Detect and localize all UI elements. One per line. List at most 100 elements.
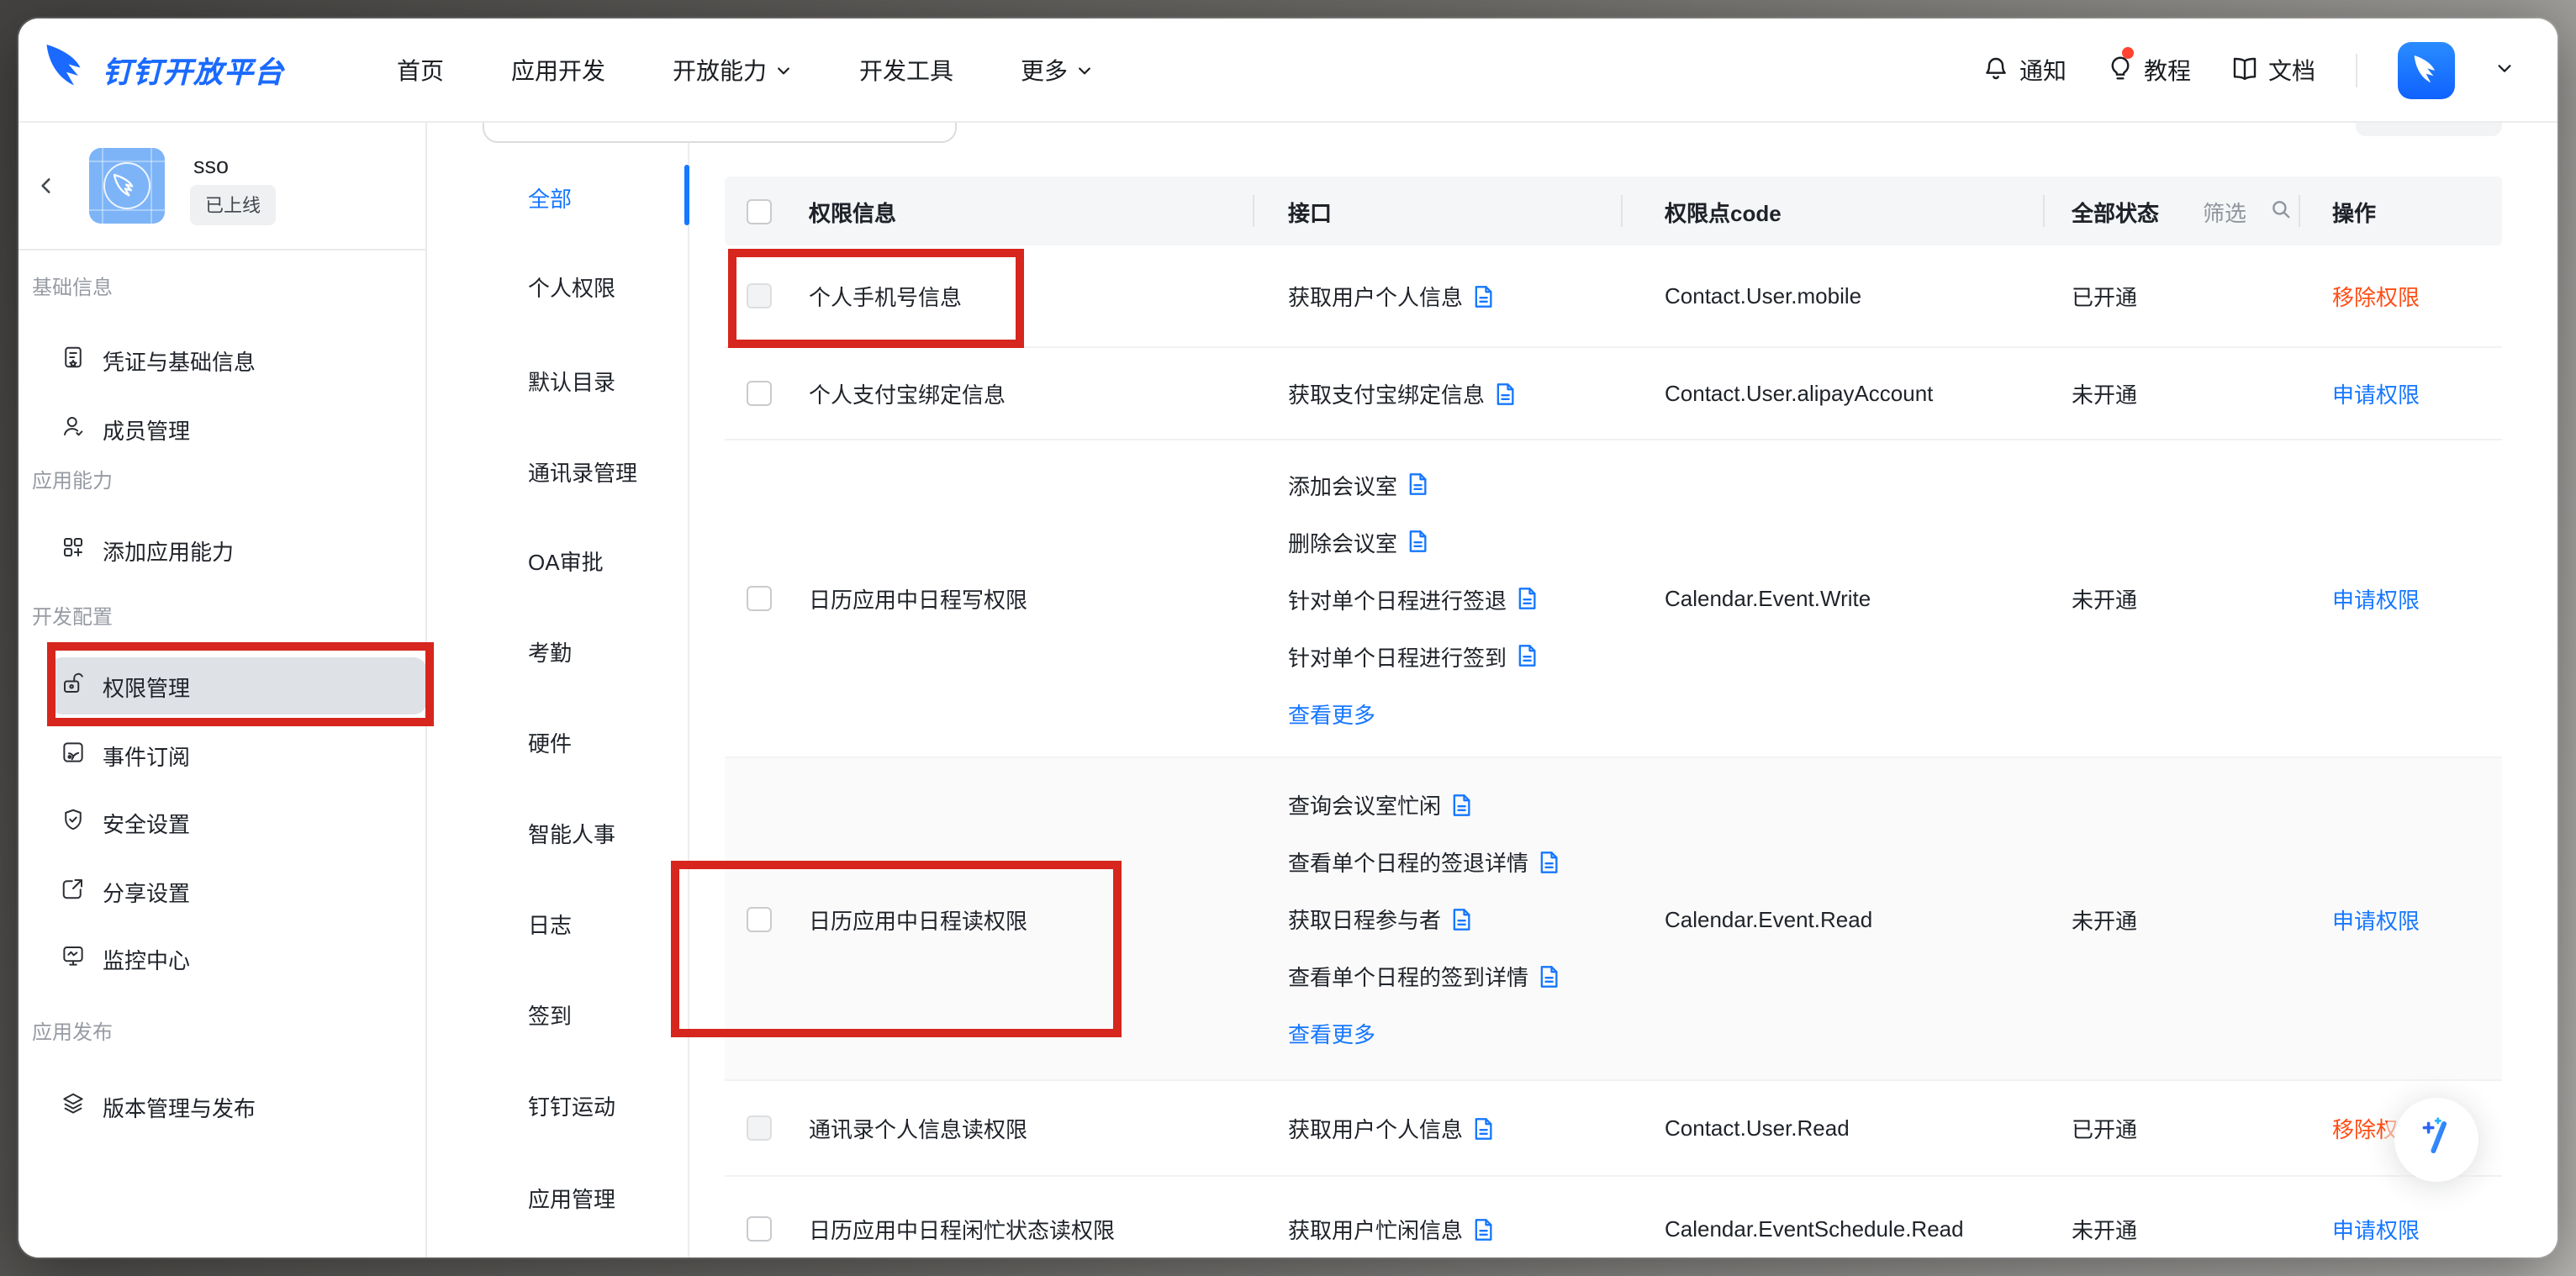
category-tab-钉钉运动[interactable]: 钉钉运动 — [528, 1088, 615, 1121]
notifications-label: 通知 — [2019, 54, 2067, 87]
status-cell: 未开通 — [2072, 583, 2137, 614]
status-cell: 已开通 — [2072, 280, 2137, 312]
api-doc-icon[interactable] — [1495, 382, 1515, 405]
account-chevron-down-icon[interactable] — [2495, 55, 2514, 86]
api-doc-icon[interactable] — [1517, 587, 1537, 610]
category-tab-应用管理[interactable]: 应用管理 — [528, 1180, 615, 1214]
logo-text: 钉钉开放平台 — [103, 50, 284, 92]
nav-item-3[interactable]: 开放能力 — [673, 54, 792, 87]
sidebar-collapse-icon[interactable] — [35, 175, 57, 205]
sidebar-item-成员管理[interactable]: 成员管理 — [49, 400, 427, 457]
category-tab-日志[interactable]: 日志 — [528, 906, 572, 940]
api-doc-icon[interactable] — [1451, 907, 1471, 931]
row-checkbox[interactable] — [747, 1216, 772, 1242]
api-doc-icon[interactable] — [1539, 964, 1559, 988]
sidebar-section-label: 开发配置 — [32, 602, 113, 630]
category-tab-个人权限[interactable]: 个人权限 — [528, 269, 615, 303]
sidebar-item-label: 监控中心 — [103, 942, 190, 974]
docs-link[interactable]: 文档 — [2231, 54, 2315, 87]
api-label: 获取日程参与者 — [1288, 903, 1441, 935]
table-header: 权限信息 接口 权限点code 全部状态 筛选 操作 — [725, 177, 2502, 245]
category-tab-默认目录[interactable]: 默认目录 — [528, 363, 615, 397]
dingtalk-logo[interactable]: 钉钉开放平台 — [42, 18, 284, 123]
api-doc-icon[interactable] — [1473, 1217, 1493, 1241]
row-checkbox[interactable] — [747, 381, 772, 406]
nav-item-label: 开发工具 — [859, 54, 953, 87]
magic-wand-icon — [2413, 1112, 2460, 1168]
sidebar-section-label: 应用能力 — [32, 466, 113, 494]
permission-name-cell: 个人支付宝绑定信息 — [809, 377, 1006, 409]
category-tab-智能人事[interactable]: 智能人事 — [528, 815, 615, 849]
view-more-link[interactable]: 查看更多 — [1288, 697, 1375, 729]
status-cell: 未开通 — [2072, 903, 2137, 935]
status-cell: 已开通 — [2072, 1112, 2137, 1144]
sidebar-item-版本管理与发布[interactable]: 版本管理与发布 — [49, 1078, 427, 1135]
status-cell: 未开通 — [2072, 377, 2137, 409]
sidebar-item-label: 成员管理 — [103, 413, 190, 445]
api-doc-icon[interactable] — [1517, 644, 1537, 667]
nav-item-4[interactable]: 开发工具 — [859, 54, 953, 87]
apply-permission-link[interactable]: 申请权限 — [2332, 1213, 2420, 1245]
apply-permission-link[interactable]: 申请权限 — [2332, 377, 2420, 409]
permission-code-cell: Calendar.Event.Write — [1665, 586, 1871, 611]
row-checkbox[interactable] — [747, 283, 772, 308]
api-doc-icon[interactable] — [1407, 530, 1428, 553]
category-tab-通讯录管理[interactable]: 通讯录管理 — [528, 454, 637, 488]
category-tab-签到[interactable]: 签到 — [528, 997, 572, 1031]
nav-item-label: 开放能力 — [673, 54, 767, 87]
sidebar-item-分享设置[interactable]: 分享设置 — [49, 862, 427, 920]
api-label: 针对单个日程进行签到 — [1288, 640, 1507, 672]
tutorial-link[interactable]: 教程 — [2107, 54, 2191, 87]
nav-item-5[interactable]: 更多 — [1021, 54, 1093, 87]
row-checkbox[interactable] — [747, 906, 772, 931]
navbar-utilities: 通知 教程 文档 — [1982, 18, 2514, 123]
sidebar-item-label: 凭证与基础信息 — [103, 344, 256, 376]
sidebar-item-凭证与基础信息[interactable]: 凭证与基础信息 — [49, 331, 427, 388]
api-list: 获取用户个人信息 — [1288, 1112, 1493, 1144]
select-all-checkbox[interactable] — [747, 198, 772, 224]
nav-item-2[interactable]: 应用开发 — [511, 54, 605, 87]
ai-assistant-button[interactable] — [2394, 1098, 2478, 1182]
permission-code-cell: Contact.User.Read — [1665, 1115, 1850, 1141]
sidebar-item-label: 分享设置 — [103, 875, 190, 907]
row-checkbox[interactable] — [747, 1115, 772, 1141]
monitor-icon — [61, 943, 86, 973]
apply-permission-link[interactable]: 申请权限 — [2332, 903, 2420, 935]
nav-item-1[interactable]: 首页 — [397, 54, 444, 87]
category-tab-考勤[interactable]: 考勤 — [528, 634, 572, 667]
table-row-个人支付宝绑定信息: 个人支付宝绑定信息获取支付宝绑定信息Contact.User.alipayAcc… — [725, 348, 2502, 440]
user-avatar[interactable] — [2398, 42, 2455, 99]
apply-permission-link[interactable]: 申请权限 — [2332, 583, 2420, 614]
api-list: 获取支付宝绑定信息 — [1288, 377, 1515, 409]
event-subscribe-icon — [61, 740, 86, 770]
api-line: 获取用户个人信息 — [1288, 280, 1493, 312]
category-tab-全部[interactable]: 全部 — [528, 180, 572, 214]
filter-label[interactable]: 筛选 — [2203, 195, 2246, 227]
row-checkbox[interactable] — [747, 586, 772, 611]
api-doc-icon[interactable] — [1407, 472, 1428, 496]
sidebar-item-权限管理[interactable]: 权限管理 — [49, 657, 427, 714]
sidebar-item-事件订阅[interactable]: 事件订阅 — [49, 726, 427, 783]
docs-label: 文档 — [2268, 54, 2315, 87]
api-doc-icon[interactable] — [1539, 850, 1559, 873]
permission-icon — [61, 671, 86, 701]
notifications-link[interactable]: 通知 — [1982, 54, 2067, 87]
view-more-link[interactable]: 查看更多 — [1288, 1017, 1375, 1049]
tutorial-label: 教程 — [2144, 54, 2191, 87]
category-tab-硬件[interactable]: 硬件 — [528, 725, 572, 758]
sidebar-item-监控中心[interactable]: 监控中心 — [49, 930, 427, 987]
api-label: 删除会议室 — [1288, 525, 1397, 557]
tutorial-badge-dot — [2122, 47, 2134, 59]
api-list: 获取用户忙闲信息 — [1288, 1213, 1493, 1245]
category-tab-OA审批[interactable]: OA审批 — [528, 543, 604, 577]
api-label: 获取支付宝绑定信息 — [1288, 377, 1485, 409]
api-doc-icon[interactable] — [1451, 793, 1471, 816]
sidebar-item-添加应用能力[interactable]: 添加应用能力 — [49, 521, 427, 578]
filter-search-icon[interactable] — [2270, 198, 2292, 224]
status-filter-dropdown[interactable]: 全部状态 — [2072, 195, 2159, 227]
remove-permission-link[interactable]: 移除权限 — [2332, 280, 2420, 312]
col-header-permission: 权限信息 — [809, 195, 896, 227]
sidebar-item-安全设置[interactable]: 安全设置 — [49, 794, 427, 851]
api-doc-icon[interactable] — [1473, 1116, 1493, 1140]
api-doc-icon[interactable] — [1473, 284, 1493, 308]
